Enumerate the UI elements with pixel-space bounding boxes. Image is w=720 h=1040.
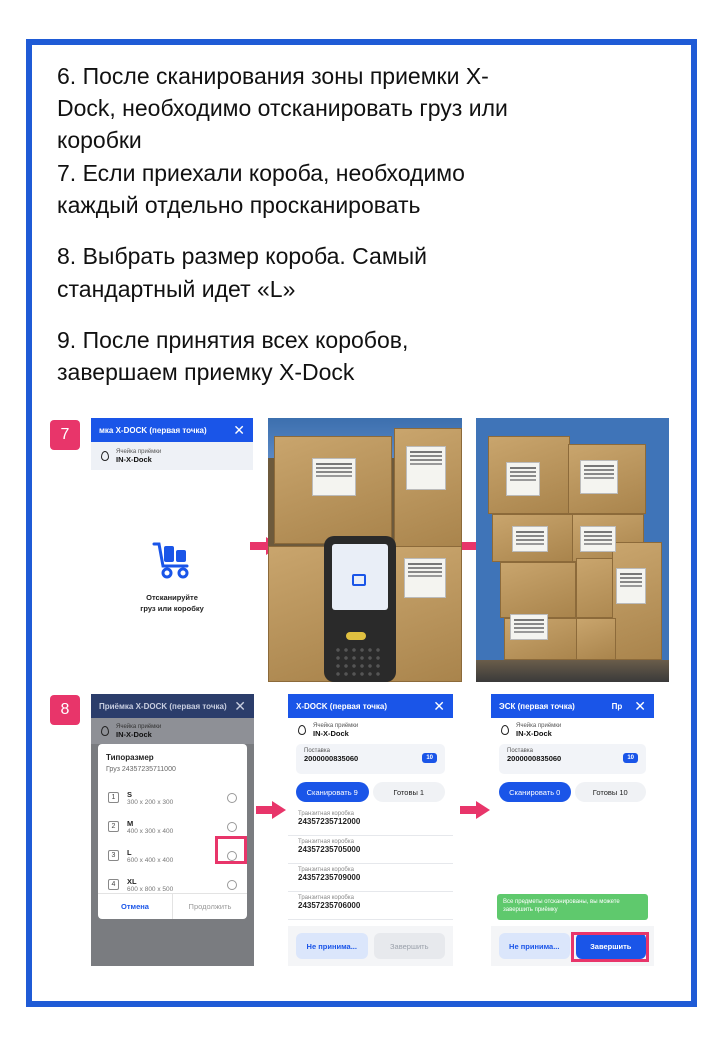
size-select-screen: Приёмка X-DOCK (первая точка) ✕ Ячейка п… <box>91 694 254 966</box>
location-pin-icon <box>501 725 509 735</box>
item-value: 24357235709000 <box>298 873 361 882</box>
cell-label: Ячейка приёмки <box>116 448 162 455</box>
close-icon[interactable]: ✕ <box>233 422 245 439</box>
supply-card: Поставка 2000000835060 10 <box>296 744 445 774</box>
instruction-line: стандартный идет «L» <box>57 276 296 302</box>
success-notice: Все предметы отсканированы, вы можете за… <box>497 894 648 920</box>
supply-card: Поставка 2000000835060 10 <box>499 744 646 774</box>
continue-button[interactable]: Продолжить <box>172 894 247 919</box>
scan-hint-line: Отсканируйте <box>146 593 198 602</box>
radio-button[interactable] <box>227 821 237 832</box>
instruction-line: Dock, необходимо отсканировать груз или <box>57 95 508 121</box>
screen-title: X-DOCK (первая точка) <box>296 701 388 711</box>
option-size: 400 x 300 x 400 <box>127 827 174 835</box>
photo-scanner-boxes <box>268 418 462 682</box>
scan-list-screen: X-DOCK (первая точка) ✕ Ячейка приёмки I… <box>288 694 453 966</box>
box-list: Транзитная коробка 24357235712000 Транзит… <box>288 808 453 920</box>
size-dialog: Типоразмер Груз 24357235711000 1 S 300 x … <box>98 744 247 919</box>
option-number: 2 <box>108 821 119 832</box>
count-badge: 10 <box>422 753 437 763</box>
close-icon[interactable]: ✕ <box>433 698 445 715</box>
screen-title: Приёмка X-DOCK (первая точка) <box>99 701 227 711</box>
list-item[interactable]: Транзитная коробка 24357235706000 <box>288 892 453 920</box>
list-item[interactable]: Транзитная коробка 24357235712000 <box>288 808 453 836</box>
screen-title: мка X-DOCK (первая точка) <box>99 425 207 435</box>
location-pin-icon <box>101 451 109 461</box>
screen-header: X-DOCK (первая точка) ✕ <box>288 694 453 718</box>
cell-row: Ячейка приёмки IN-X-Dock <box>91 442 253 470</box>
option-name: XL <box>127 876 137 886</box>
close-icon[interactable]: ✕ <box>234 698 246 715</box>
scan-hint-line: груз или коробку <box>140 604 204 613</box>
tab-scan[interactable]: Сканировать 9 <box>296 782 369 802</box>
tab-scan[interactable]: Сканировать 0 <box>499 782 571 802</box>
tab-ready[interactable]: Готовы 1 <box>372 782 445 802</box>
cell-label: Ячейка приёмки <box>313 722 359 729</box>
scan-hint: Отсканируйте груз или коробку <box>91 593 253 613</box>
radio-button[interactable] <box>227 792 237 803</box>
option-name: M <box>127 818 134 828</box>
location-pin-icon <box>101 726 109 736</box>
screen-header: мка X-DOCK (первая точка) ✕ <box>91 418 253 442</box>
cell-label: Ячейка приёмки <box>116 723 162 730</box>
screen-header: ЭСК (первая точка) Пр ✕ <box>491 694 654 718</box>
instruction-line: 8. Выбрать размер короба. Самый <box>57 243 428 269</box>
instruction-line: 9. После принятия всех коробов, <box>57 327 409 353</box>
cell-label: Ячейка приёмки <box>516 722 562 729</box>
highlight-frame <box>571 932 649 962</box>
tab-row: Сканировать 9 Готовы 1 <box>288 782 453 802</box>
cell-row: Ячейка приёмки IN-X-Dock <box>288 718 453 742</box>
location-pin-icon <box>298 725 306 735</box>
cell-value: IN-X-Dock <box>116 454 152 464</box>
count-badge: 10 <box>623 753 638 763</box>
radio-button[interactable] <box>227 879 237 890</box>
instruction-line: 6. После сканирования зоны приемки X- <box>57 63 489 89</box>
item-value: 24357235712000 <box>298 817 361 826</box>
reject-button[interactable]: Не принима... <box>499 933 570 959</box>
step-badge: 8 <box>50 695 80 725</box>
bottom-actions: Не принима... Завершить <box>288 926 453 966</box>
cell-value: IN-X-Dock <box>313 728 349 738</box>
option-size: 600 x 800 x 500 <box>127 885 174 893</box>
instruction-line: каждый отдельно просканировать <box>57 192 421 218</box>
reject-button[interactable]: Не принима... <box>296 933 368 959</box>
tab-ready[interactable]: Готовы 10 <box>574 782 646 802</box>
cell-value: IN-X-Dock <box>116 729 152 739</box>
close-icon[interactable]: ✕ <box>634 698 646 715</box>
scan-screen: мка X-DOCK (первая точка) ✕ Ячейка приём… <box>91 418 253 680</box>
finish-button[interactable]: Завершить <box>373 933 445 959</box>
list-item[interactable]: Транзитная коробка 24357235705000 <box>288 836 453 864</box>
option-number: 4 <box>108 879 119 890</box>
dialog-subtitle: Груз 24357235711000 <box>106 766 176 773</box>
item-value: 24357235705000 <box>298 845 361 854</box>
supply-value: 2000000835060 <box>304 754 359 763</box>
step-badge: 7 <box>50 420 80 450</box>
dialog-title: Типоразмер <box>106 753 154 762</box>
instruction-line: коробки <box>57 127 142 153</box>
size-option-s[interactable]: 1 S 300 x 200 x 300 <box>98 783 247 812</box>
cart-boxes-icon <box>152 542 189 579</box>
supply-value: 2000000835060 <box>507 754 562 763</box>
header-extra: Пр <box>611 701 623 711</box>
cell-row: Ячейка приёмки IN-X-Dock <box>91 718 254 744</box>
cell-value: IN-X-Dock <box>516 728 552 738</box>
option-name: S <box>127 789 133 799</box>
option-name: L <box>127 847 132 857</box>
highlight-frame <box>215 836 247 864</box>
finish-screen: ЭСК (первая точка) Пр ✕ Ячейка приёмки I… <box>491 694 654 966</box>
photo-stacked-boxes <box>476 418 669 682</box>
option-size: 300 x 200 x 300 <box>127 798 174 806</box>
screen-header: Приёмка X-DOCK (первая точка) ✕ <box>91 694 254 718</box>
cell-row: Ячейка приёмки IN-X-Dock <box>491 718 654 742</box>
cancel-button[interactable]: Отмена <box>98 894 172 919</box>
option-number: 3 <box>108 850 119 861</box>
screen-title: ЭСК (первая точка) <box>499 701 575 711</box>
tab-row: Сканировать 0 Готовы 10 <box>491 782 654 802</box>
option-size: 600 x 400 x 400 <box>127 856 174 864</box>
instruction-line: завершаем приемку X-Dock <box>57 359 355 385</box>
item-value: 24357235706000 <box>298 901 361 910</box>
option-number: 1 <box>108 792 119 803</box>
instruction-line: 7. Если приехали короба, необходимо <box>57 160 465 186</box>
list-item[interactable]: Транзитная коробка 24357235709000 <box>288 864 453 892</box>
